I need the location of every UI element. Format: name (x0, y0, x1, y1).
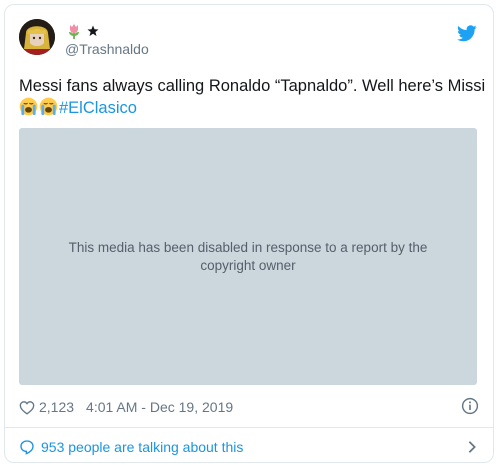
avatar-image (19, 19, 55, 55)
loudly-crying-face-icon (39, 97, 58, 116)
reply-bubble-icon (20, 440, 34, 455)
twitter-bird-icon[interactable] (457, 25, 477, 42)
avatar[interactable] (19, 19, 55, 55)
media-disabled-notice: This media has been disabled in response… (68, 239, 428, 273)
embedded-tweet-card[interactable]: @Trashnaldo Messi fans always calling Ro… (4, 4, 494, 463)
display-name[interactable] (65, 21, 99, 41)
tweet-meta: 2,123 4:01 AM - Dec 19, 2019 (19, 397, 481, 417)
tweet-body: Messi fans always calling Ronaldo “Tapna… (19, 77, 486, 95)
info-icon[interactable] (461, 397, 479, 415)
tweet-header: @Trashnaldo (19, 19, 479, 63)
tweet-text: Messi fans always calling Ronaldo “Tapna… (19, 75, 485, 119)
tweet-timestamp[interactable]: 4:01 AM - Dec 19, 2019 (86, 399, 233, 415)
tulip-icon (69, 24, 79, 39)
conversation-count-text[interactable]: 953 people are talking about this (41, 439, 243, 455)
media-disabled-placeholder: This media has been disabled in response… (19, 128, 477, 385)
chevron-right-icon[interactable] (467, 440, 477, 454)
hashtag-link[interactable]: #ElClasico (59, 99, 137, 117)
like-count[interactable]: 2,123 (39, 399, 74, 415)
loudly-crying-face-icon (19, 97, 38, 116)
conversation-link[interactable]: 953 people are talking about this (19, 435, 481, 459)
heart-icon[interactable] (19, 400, 35, 415)
star-icon (87, 25, 99, 36)
user-handle[interactable]: @Trashnaldo (65, 41, 149, 57)
footer-divider (5, 427, 493, 428)
